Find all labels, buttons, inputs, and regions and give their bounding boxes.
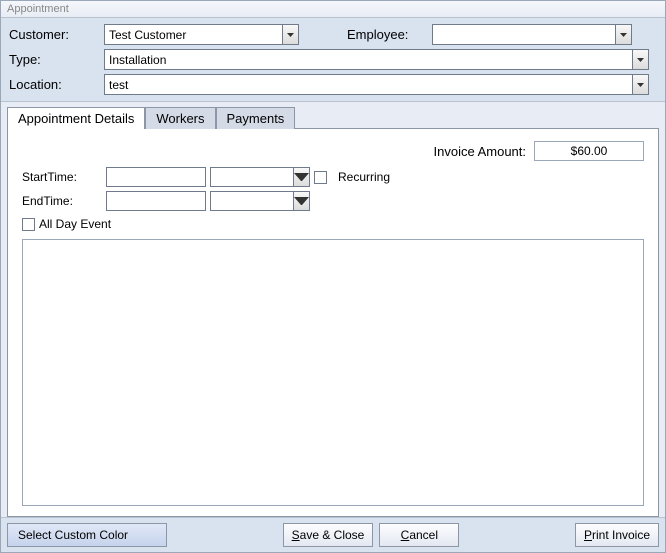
tab-body-details: Invoice Amount: $60.00 StartTime: Recurr…	[7, 128, 659, 517]
header-form: Customer: Test Customer Employee: Type: …	[1, 18, 665, 102]
save-close-button[interactable]: Save & Close	[283, 523, 374, 547]
invoice-amount-label: Invoice Amount:	[434, 144, 527, 159]
endtime-label: EndTime:	[22, 194, 102, 208]
chevron-down-icon[interactable]	[632, 75, 648, 94]
type-combo[interactable]: Installation	[104, 49, 649, 70]
type-value: Installation	[109, 53, 166, 67]
employee-combo[interactable]	[432, 24, 632, 45]
window-title: Appointment	[1, 1, 665, 18]
invoice-amount-value: $60.00	[534, 141, 644, 161]
tab-workers[interactable]: Workers	[145, 107, 215, 129]
recurring-label: Recurring	[338, 170, 390, 184]
customer-value: Test Customer	[109, 28, 186, 42]
location-label: Location:	[9, 77, 104, 92]
starttime-label: StartTime:	[22, 170, 102, 184]
tab-appointment-details[interactable]: Appointment Details	[7, 107, 145, 129]
customer-combo[interactable]: Test Customer	[104, 24, 299, 45]
tab-container: Appointment Details Workers Payments Inv…	[1, 102, 665, 517]
type-label: Type:	[9, 52, 104, 67]
location-value: test	[109, 78, 128, 92]
print-invoice-button[interactable]: Print Invoice	[575, 523, 659, 547]
chevron-down-icon[interactable]	[293, 168, 309, 186]
tab-payments[interactable]: Payments	[216, 107, 296, 129]
notes-textarea[interactable]	[22, 239, 644, 506]
footer-bar: Select Custom Color Save & Close Cancel …	[1, 517, 665, 552]
cancel-button[interactable]: Cancel	[379, 523, 459, 547]
all-day-checkbox[interactable]	[22, 218, 35, 231]
starttime-date-input[interactable]	[106, 167, 206, 187]
select-custom-color-button[interactable]: Select Custom Color	[7, 523, 167, 547]
tab-strip: Appointment Details Workers Payments	[7, 107, 659, 129]
customer-label: Customer:	[9, 27, 104, 42]
chevron-down-icon[interactable]	[632, 50, 648, 69]
chevron-down-icon[interactable]	[293, 192, 309, 210]
recurring-checkbox[interactable]	[314, 171, 327, 184]
chevron-down-icon[interactable]	[615, 25, 631, 44]
starttime-time-combo[interactable]	[210, 167, 310, 187]
appointment-window: Appointment Customer: Test Customer Empl…	[0, 0, 666, 553]
employee-label: Employee:	[347, 27, 432, 42]
endtime-time-combo[interactable]	[210, 191, 310, 211]
all-day-label: All Day Event	[39, 217, 111, 231]
location-combo[interactable]: test	[104, 74, 649, 95]
endtime-date-input[interactable]	[106, 191, 206, 211]
chevron-down-icon[interactable]	[282, 25, 298, 44]
